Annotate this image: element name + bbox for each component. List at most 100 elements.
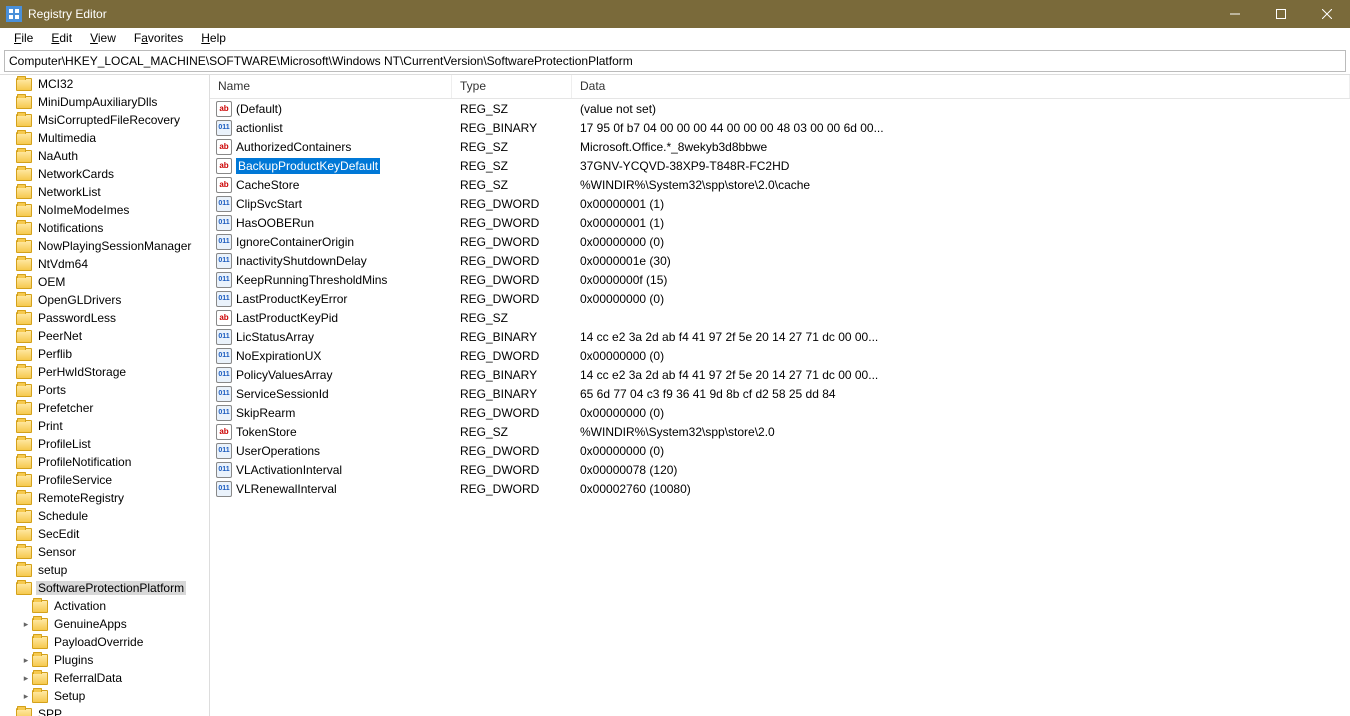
tree-item[interactable]: SoftwareProtectionPlatform xyxy=(0,579,209,597)
tree-item[interactable]: NetworkList xyxy=(0,183,209,201)
tree-item[interactable]: Prefetcher xyxy=(0,399,209,417)
folder-icon xyxy=(16,150,32,163)
binary-value-icon: 011 xyxy=(216,234,232,250)
list-row[interactable]: 011ServiceSessionIdREG_BINARY65 6d 77 04… xyxy=(210,384,1350,403)
menu-file[interactable]: File xyxy=(6,29,41,47)
tree-item[interactable]: ProfileService xyxy=(0,471,209,489)
list-row[interactable]: 011IgnoreContainerOriginREG_DWORD0x00000… xyxy=(210,232,1350,251)
tree-item[interactable]: NoImeModeImes xyxy=(0,201,209,219)
expander-placeholder xyxy=(4,114,16,126)
tree-item[interactable]: Notifications xyxy=(0,219,209,237)
tree-item[interactable]: Print xyxy=(0,417,209,435)
list-row[interactable]: abCacheStoreREG_SZ%WINDIR%\System32\spp\… xyxy=(210,175,1350,194)
tree-item[interactable]: NowPlayingSessionManager xyxy=(0,237,209,255)
tree-item[interactable]: SecEdit xyxy=(0,525,209,543)
list-row[interactable]: ab(Default)REG_SZ(value not set) xyxy=(210,99,1350,118)
tree-item[interactable]: NetworkCards xyxy=(0,165,209,183)
menu-edit[interactable]: Edit xyxy=(43,29,80,47)
maximize-button[interactable] xyxy=(1258,0,1304,28)
close-button[interactable] xyxy=(1304,0,1350,28)
list-row[interactable]: 011HasOOBERunREG_DWORD0x00000001 (1) xyxy=(210,213,1350,232)
value-type: REG_BINARY xyxy=(452,330,572,344)
tree-item[interactable]: ▸GenuineApps xyxy=(0,615,209,633)
list-row[interactable]: 011actionlistREG_BINARY17 95 0f b7 04 00… xyxy=(210,118,1350,137)
list-row[interactable]: 011VLRenewalIntervalREG_DWORD0x00002760 … xyxy=(210,479,1350,498)
tree-item[interactable]: Sensor xyxy=(0,543,209,561)
menu-favorites[interactable]: Favorites xyxy=(126,29,191,47)
tree-item[interactable]: RemoteRegistry xyxy=(0,489,209,507)
column-header-name[interactable]: Name xyxy=(210,75,452,98)
tree-item[interactable]: SPP xyxy=(0,705,209,716)
tree-item[interactable]: NtVdm64 xyxy=(0,255,209,273)
chevron-right-icon[interactable]: ▸ xyxy=(20,690,32,702)
tree-item[interactable]: Schedule xyxy=(0,507,209,525)
list-row[interactable]: abAuthorizedContainersREG_SZMicrosoft.Of… xyxy=(210,137,1350,156)
list-row[interactable]: 011InactivityShutdownDelayREG_DWORD0x000… xyxy=(210,251,1350,270)
list-row[interactable]: 011VLActivationIntervalREG_DWORD0x000000… xyxy=(210,460,1350,479)
tree-item-label: setup xyxy=(36,563,69,577)
menu-view[interactable]: View xyxy=(82,29,124,47)
list-row[interactable]: 011NoExpirationUXREG_DWORD0x00000000 (0) xyxy=(210,346,1350,365)
value-data: 65 6d 77 04 c3 f9 36 41 9d 8b cf d2 58 2… xyxy=(572,387,1350,401)
tree-item[interactable]: ▸Plugins xyxy=(0,651,209,669)
value-data: 37GNV-YCQVD-38XP9-T848R-FC2HD xyxy=(572,159,1350,173)
tree-item[interactable]: PeerNet xyxy=(0,327,209,345)
folder-icon xyxy=(16,438,32,451)
expander-placeholder xyxy=(4,474,16,486)
tree-item[interactable]: ProfileList xyxy=(0,435,209,453)
list-row[interactable]: abLastProductKeyPidREG_SZ xyxy=(210,308,1350,327)
chevron-right-icon[interactable]: ▸ xyxy=(20,618,32,630)
column-header-data[interactable]: Data xyxy=(572,75,1350,98)
expander-placeholder xyxy=(4,456,16,468)
tree-item[interactable]: OpenGLDrivers xyxy=(0,291,209,309)
minimize-button[interactable] xyxy=(1212,0,1258,28)
list-row[interactable]: 011SkipRearmREG_DWORD0x00000000 (0) xyxy=(210,403,1350,422)
list-row[interactable]: 011LastProductKeyErrorREG_DWORD0x0000000… xyxy=(210,289,1350,308)
address-bar[interactable]: Computer\HKEY_LOCAL_MACHINE\SOFTWARE\Mic… xyxy=(4,50,1346,72)
tree-item[interactable]: PerHwIdStorage xyxy=(0,363,209,381)
binary-value-icon: 011 xyxy=(216,386,232,402)
tree-item-label: Perflib xyxy=(36,347,74,361)
tree-item[interactable]: Multimedia xyxy=(0,129,209,147)
chevron-right-icon[interactable]: ▸ xyxy=(20,672,32,684)
tree-item[interactable]: ▸PayloadOverride xyxy=(0,633,209,651)
tree-item[interactable]: Ports xyxy=(0,381,209,399)
titlebar[interactable]: Registry Editor xyxy=(0,0,1350,28)
chevron-right-icon[interactable]: ▸ xyxy=(20,654,32,666)
tree-item-label: ProfileService xyxy=(36,473,114,487)
list-row[interactable]: abTokenStoreREG_SZ%WINDIR%\System32\spp\… xyxy=(210,422,1350,441)
tree-item-label: Setup xyxy=(52,689,87,703)
list-row[interactable]: 011PolicyValuesArrayREG_BINARY14 cc e2 3… xyxy=(210,365,1350,384)
menu-help[interactable]: Help xyxy=(193,29,234,47)
list-row[interactable]: 011KeepRunningThresholdMinsREG_DWORD0x00… xyxy=(210,270,1350,289)
binary-value-icon: 011 xyxy=(216,443,232,459)
expander-placeholder xyxy=(4,438,16,450)
folder-icon xyxy=(16,528,32,541)
value-type: REG_DWORD xyxy=(452,197,572,211)
tree-item[interactable]: Perflib xyxy=(0,345,209,363)
value-type: REG_DWORD xyxy=(452,463,572,477)
tree-item[interactable]: NaAuth xyxy=(0,147,209,165)
list-row[interactable]: 011UserOperationsREG_DWORD0x00000000 (0) xyxy=(210,441,1350,460)
binary-value-icon: 011 xyxy=(216,215,232,231)
list-row[interactable]: 011LicStatusArrayREG_BINARY14 cc e2 3a 2… xyxy=(210,327,1350,346)
tree-item[interactable]: setup xyxy=(0,561,209,579)
list-row[interactable]: 011ClipSvcStartREG_DWORD0x00000001 (1) xyxy=(210,194,1350,213)
folder-icon xyxy=(16,258,32,271)
list-pane[interactable]: Name Type Data ab(Default)REG_SZ(value n… xyxy=(210,75,1350,716)
tree-item[interactable]: ProfileNotification xyxy=(0,453,209,471)
value-data: 0x00000001 (1) xyxy=(572,216,1350,230)
tree-item[interactable]: ▸ReferralData xyxy=(0,669,209,687)
tree-pane[interactable]: MCI32MiniDumpAuxiliaryDllsMsiCorruptedFi… xyxy=(0,75,210,716)
tree-item[interactable]: MCI32 xyxy=(0,75,209,93)
tree-item[interactable]: ▸Activation xyxy=(0,597,209,615)
tree-item[interactable]: PasswordLess xyxy=(0,309,209,327)
tree-item[interactable]: ▸ Setup xyxy=(0,687,209,705)
column-header-type[interactable]: Type xyxy=(452,75,572,98)
expander-placeholder xyxy=(4,150,16,162)
list-row[interactable]: abBackupProductKeyDefaultREG_SZ37GNV-YCQ… xyxy=(210,156,1350,175)
tree-item[interactable]: MiniDumpAuxiliaryDlls xyxy=(0,93,209,111)
tree-item[interactable]: MsiCorruptedFileRecovery xyxy=(0,111,209,129)
tree-item[interactable]: OEM xyxy=(0,273,209,291)
tree-item-label: PasswordLess xyxy=(36,311,118,325)
